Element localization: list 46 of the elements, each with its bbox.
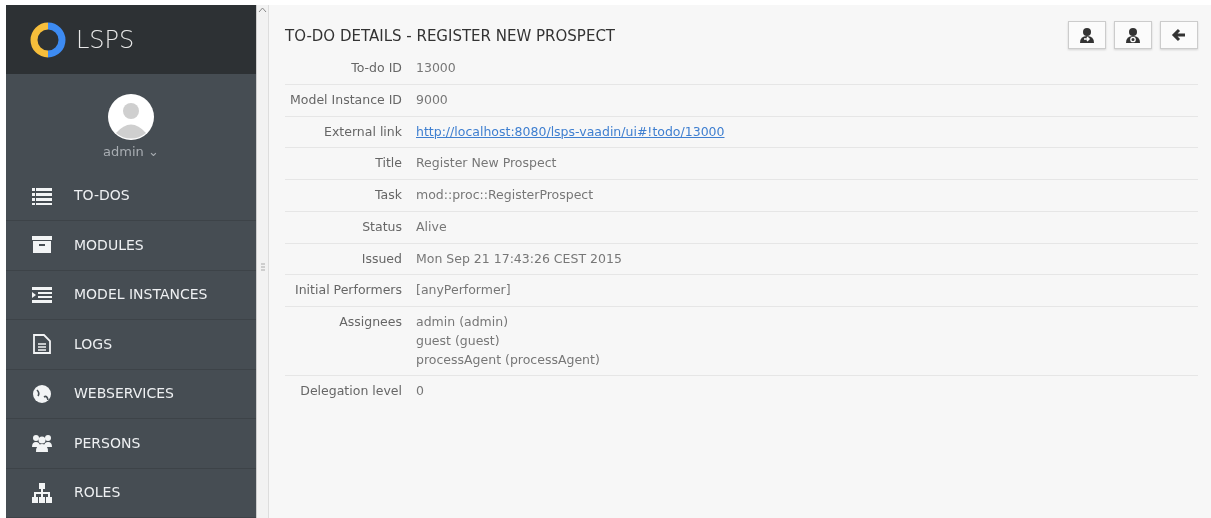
reassign-button[interactable] [1068, 21, 1106, 49]
sidebar-item[interactable]: TO-DOS [6, 171, 256, 221]
field-label: External link [323, 122, 402, 141]
field-value: 9000 [416, 90, 448, 109]
field-value: guest (guest) [416, 331, 501, 350]
field-label: To-do ID [350, 59, 402, 77]
field-value: Mon Sep 21 17:43:26 CEST 2015 [416, 249, 622, 268]
page-title: TO-DO DETAILS - REGISTER NEW PROSPECT [285, 26, 615, 47]
field-value: [anyPerformer] [416, 281, 511, 300]
avatar-icon [108, 94, 154, 140]
app-name: LSPS [76, 24, 135, 56]
splitter-handle[interactable] [260, 262, 265, 273]
field-value: 0 [416, 382, 424, 401]
field-label: Issued [360, 249, 402, 268]
sidebar-item[interactable]: ROLES [6, 468, 256, 518]
external-link[interactable]: http://localhost:8080/lsps-vaadin/ui#!todo/13000 [416, 122, 725, 142]
hierarchy-icon [32, 482, 52, 503]
logo-icon [30, 21, 66, 58]
group-icon [32, 433, 52, 454]
arrow-left-icon [1171, 27, 1187, 43]
field-value: admin (admin) [416, 313, 510, 331]
delegate-button[interactable] [1114, 21, 1152, 49]
document-icon [32, 334, 52, 355]
field-label: Assignees [338, 313, 402, 331]
sidebar-item[interactable]: WEBSERVICES [6, 369, 256, 419]
sidebar-item[interactable]: MODULES [6, 221, 256, 271]
list-icon [32, 185, 52, 206]
globe-icon [32, 383, 52, 404]
field-value: mod::proc::RegisterProspect [416, 186, 594, 204]
field-label: Title [374, 154, 402, 173]
user-menu[interactable]: admin ⌄ [103, 142, 159, 162]
back-button[interactable] [1160, 21, 1198, 49]
field-value: Alive [416, 217, 447, 236]
field-value: 13000 [416, 59, 456, 77]
field-label: Model Instance ID [289, 90, 402, 109]
indent-list-icon [32, 284, 52, 305]
field-label: Initial Performers [294, 281, 402, 300]
field-label: Task [374, 186, 402, 204]
user-icon [1079, 27, 1095, 43]
user-icon [1125, 27, 1141, 43]
field-value: processAgent (processAgent) [416, 350, 600, 369]
field-label: Delegation level [299, 382, 402, 401]
field-value: Register New Prospect [416, 154, 557, 173]
sidebar-item[interactable]: PERSONS [6, 419, 256, 469]
archive-icon [32, 235, 52, 256]
field-label: Status [361, 217, 402, 236]
